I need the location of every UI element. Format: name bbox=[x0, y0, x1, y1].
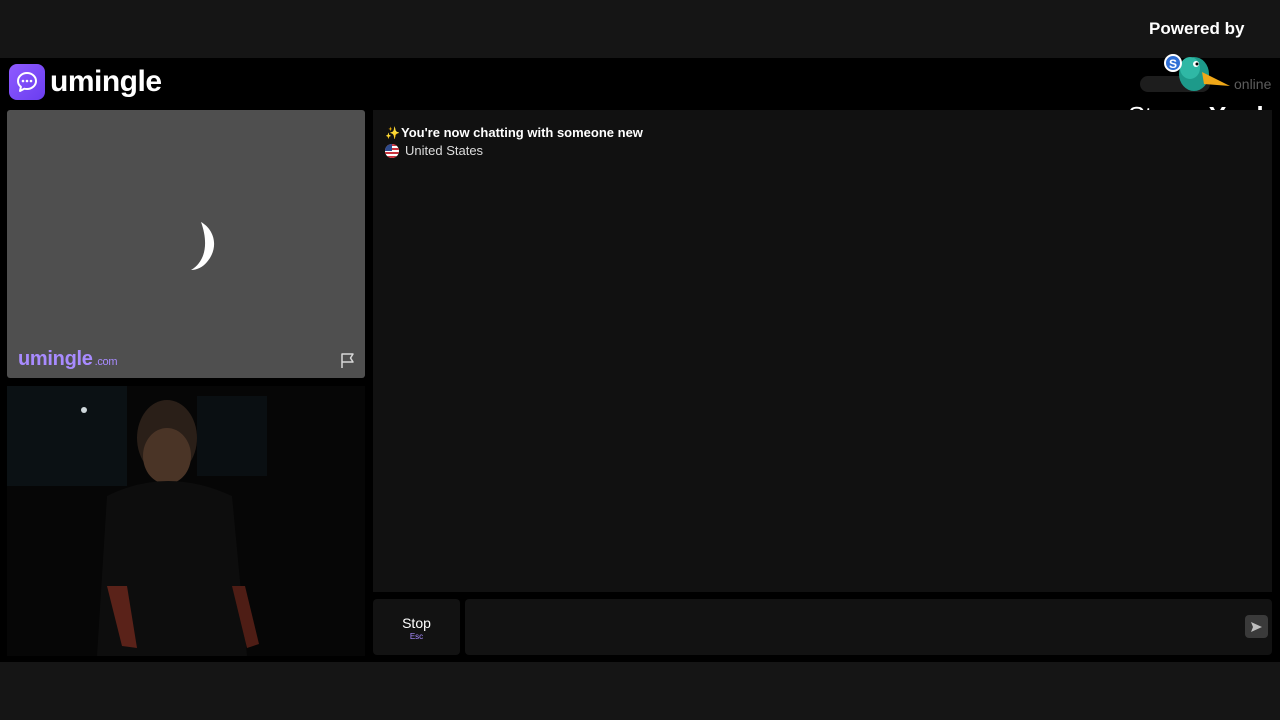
streamyard-mascot-icon: S bbox=[1164, 54, 1230, 91]
stop-label: Stop bbox=[402, 615, 431, 631]
chat-bubble-icon bbox=[9, 64, 45, 100]
umingle-watermark: umingle .com bbox=[18, 348, 118, 371]
watermark-tld: .com bbox=[94, 356, 118, 368]
self-camera-feed bbox=[7, 386, 365, 656]
message-input-container bbox=[465, 599, 1272, 655]
country-text: United States bbox=[405, 143, 484, 158]
message-input[interactable] bbox=[477, 611, 1221, 645]
stream-overlay-bottom-bar bbox=[0, 662, 1280, 720]
stranger-video-panel: umingle .com bbox=[7, 110, 365, 378]
online-label: online bbox=[1234, 76, 1272, 92]
new-chat-text: You're now chatting with someone new bbox=[401, 125, 643, 140]
stop-shortcut-hint: Esc bbox=[409, 632, 424, 641]
watermark-brand: umingle bbox=[18, 348, 93, 370]
sparkle-icon: ✨ bbox=[385, 125, 400, 140]
flag-icon[interactable] bbox=[339, 352, 357, 370]
umingle-logo[interactable]: umingle bbox=[9, 64, 162, 100]
system-message-new-chat: ✨ You're now chatting with someone new bbox=[385, 125, 643, 140]
stop-button[interactable]: Stop Esc bbox=[373, 599, 460, 655]
send-icon bbox=[1251, 621, 1262, 632]
camera-feed-image bbox=[7, 386, 365, 656]
spinner-icon bbox=[191, 222, 215, 270]
powered-by-label: Powered by bbox=[1149, 19, 1245, 38]
system-message-country: United States bbox=[385, 143, 483, 158]
us-flag-icon bbox=[385, 143, 399, 158]
brand-name: umingle bbox=[50, 65, 162, 98]
send-button[interactable] bbox=[1245, 615, 1268, 638]
chat-log: ✨ You're now chatting with someone new U… bbox=[373, 110, 1272, 592]
svg-text:S: S bbox=[1169, 57, 1177, 71]
stream-overlay-top-bar bbox=[0, 0, 1280, 58]
